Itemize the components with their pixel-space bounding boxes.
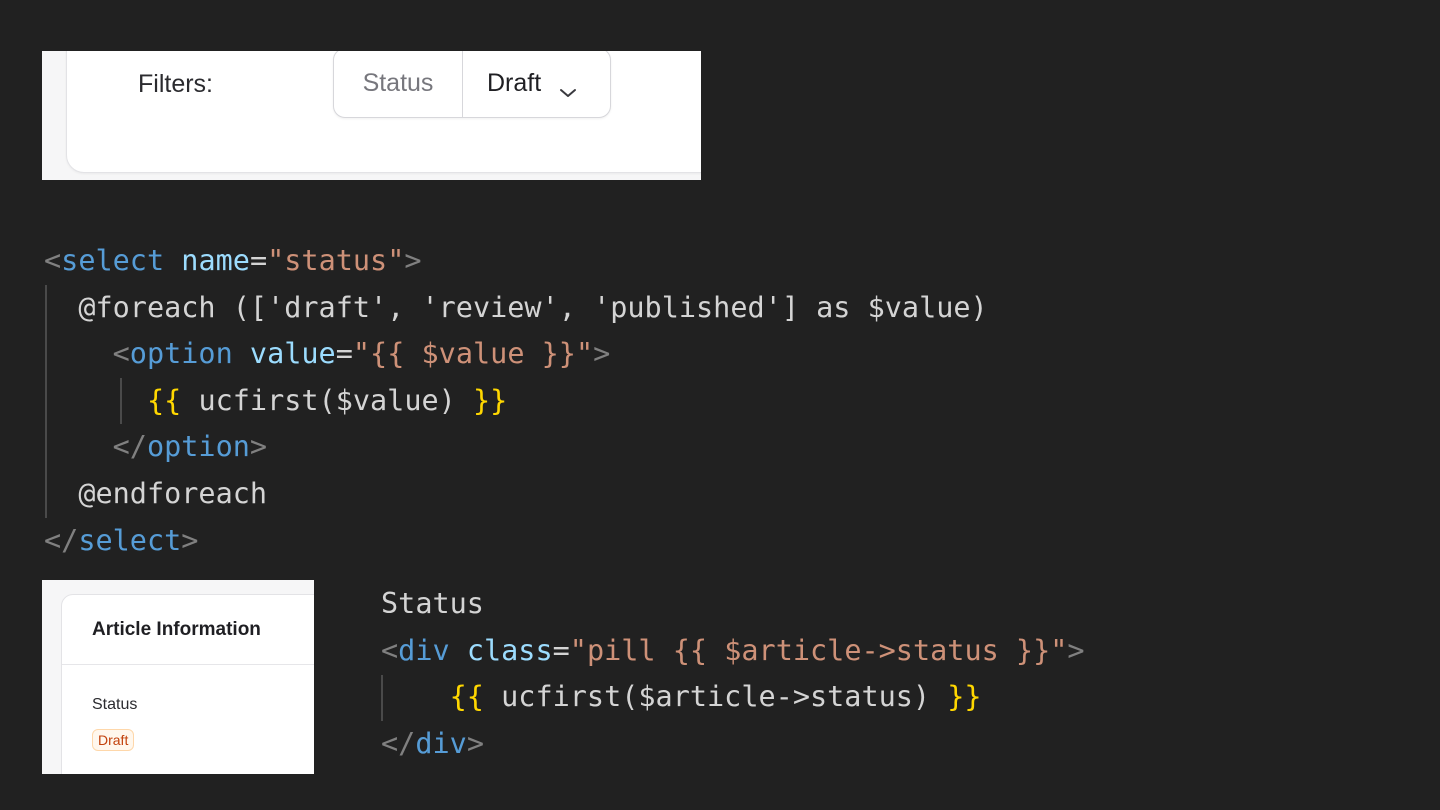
indent-guide: [45, 285, 47, 518]
filter-key-status: Status: [334, 51, 463, 117]
divider: [62, 664, 314, 665]
code-token: }}: [947, 680, 982, 714]
code-token: </: [381, 726, 416, 760]
code-line: {{ ucfirst($article->status) }}: [381, 674, 1085, 721]
code-token: option: [129, 337, 233, 371]
code-token: =: [335, 337, 353, 371]
code-token: value: [249, 337, 336, 371]
status-badge: Draft: [92, 729, 135, 751]
code-token: div: [415, 726, 467, 760]
article-info-title: Article Information: [92, 619, 261, 640]
code-token: option: [146, 430, 250, 464]
code-token: >: [404, 244, 422, 277]
code-token: <: [381, 633, 399, 667]
code-token: name: [181, 244, 250, 277]
code-line: </select>: [44, 518, 988, 565]
code-line: <option value="{{ $value }}">: [44, 331, 988, 378]
status-filter[interactable]: Status Draft: [333, 51, 611, 118]
code-token: >: [249, 430, 268, 464]
code-token: div: [398, 633, 450, 667]
code-token: ucfirst($value): [181, 383, 473, 417]
code-token: </: [44, 523, 79, 557]
code-token: <: [44, 244, 62, 277]
code-token: select: [61, 244, 165, 277]
code-token: >: [181, 523, 199, 557]
code-token: class: [466, 633, 553, 667]
code-token: >: [466, 726, 484, 760]
code-token: "status": [267, 244, 405, 277]
code-token: =: [552, 633, 570, 667]
code-line: <div class="pill {{ $article->status }}"…: [381, 628, 1085, 675]
indent-guide: [381, 675, 383, 721]
code-token: ucfirst($article->status): [483, 680, 948, 714]
select-code-block: <select name="status"> @foreach (['draft…: [44, 238, 988, 564]
code-token: </: [44, 430, 147, 464]
article-info-screenshot: Article Information Status Draft: [42, 580, 314, 774]
code-token: Status: [381, 587, 484, 620]
filter-value-draft: Draft: [487, 68, 542, 97]
code-line: {{ ucfirst($value) }}: [44, 378, 988, 425]
code-line: @foreach (['draft', 'review', 'published…: [44, 285, 988, 332]
code-token: =: [249, 244, 268, 277]
indent-guide: [120, 378, 122, 424]
code-token: "{{ $value }}": [352, 337, 594, 371]
filters-card: Filters: Status Draft: [66, 51, 701, 173]
code-token: select: [78, 523, 182, 557]
code-line: </option>: [44, 424, 988, 471]
status-code-block: Status <div class="pill {{ $article->stat…: [381, 581, 1085, 767]
chevron-down-icon: [559, 77, 577, 97]
code-line: Status: [381, 581, 1085, 628]
code-token: {{: [146, 383, 182, 417]
code-token: {{: [449, 680, 484, 714]
status-label: Status: [92, 696, 138, 713]
code-token: <: [44, 337, 130, 371]
code-line: @endforeach: [44, 471, 988, 518]
code-line: </div>: [381, 721, 1085, 768]
code-token: }}: [472, 383, 508, 417]
code-token: >: [1067, 633, 1085, 667]
filters-panel-screenshot: Filters: Status Draft: [42, 51, 701, 180]
status-filter-dropdown[interactable]: Draft: [463, 51, 610, 117]
filters-label: Filters:: [138, 70, 213, 98]
code-token: @foreach (['draft', 'review', 'published…: [44, 290, 988, 324]
code-token: >: [593, 337, 611, 371]
article-info-card: Article Information Status Draft: [61, 594, 314, 774]
code-line: <select name="status">: [44, 238, 988, 285]
code-token: "pill {{ $article->status }}": [569, 633, 1068, 667]
code-token: @endforeach: [44, 476, 268, 510]
